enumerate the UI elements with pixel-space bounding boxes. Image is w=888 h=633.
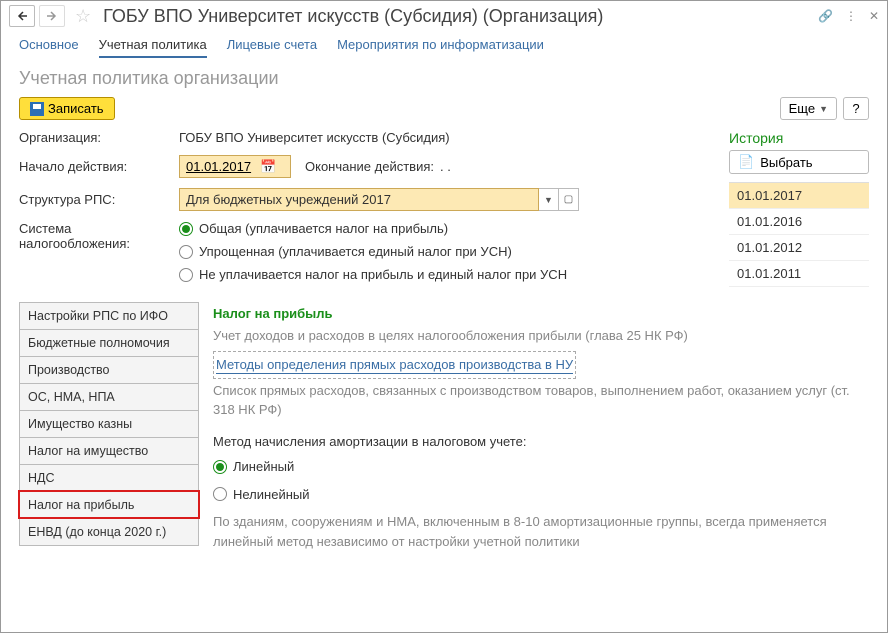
tax-option-general-label: Общая (уплачивается налог на прибыль) xyxy=(199,221,448,236)
rps-select[interactable]: Для бюджетных учреждений 2017 ▼ ▢ xyxy=(179,188,579,211)
calendar-icon[interactable]: 📅 xyxy=(260,159,276,175)
tab-accounts[interactable]: Лицевые счета xyxy=(227,33,317,58)
tab-main[interactable]: Основное xyxy=(19,33,79,58)
tax-system-label: Система налогообложения: xyxy=(19,221,179,251)
titlebar: ☆ ГОБУ ВПО Университет искусств (Субсиди… xyxy=(1,1,887,29)
tax-option-simplified-label: Упрощенная (уплачивается единый налог пр… xyxy=(199,244,512,259)
tax-option-none[interactable]: Не уплачивается налог на прибыль и едины… xyxy=(179,267,709,282)
history-panel: История 📄 Выбрать 01.01.2017 01.01.2016 … xyxy=(729,130,869,292)
more-button[interactable]: Еще ▼ xyxy=(780,97,837,120)
history-select-button[interactable]: 📄 Выбрать xyxy=(729,150,869,174)
radio-icon xyxy=(213,460,227,474)
radio-icon xyxy=(179,222,193,236)
tab-informatization[interactable]: Мероприятия по информатизации xyxy=(337,33,544,58)
radio-icon xyxy=(179,268,193,282)
open-icon: ▢ xyxy=(564,194,573,205)
history-item[interactable]: 01.01.2017 xyxy=(729,183,869,209)
sidetab-treasury-property[interactable]: Имущество казны xyxy=(19,410,199,437)
history-title: История xyxy=(729,130,869,146)
tax-option-simplified[interactable]: Упрощенная (уплачивается единый налог пр… xyxy=(179,244,709,259)
method-option-nonlinear[interactable]: Нелинейный xyxy=(213,485,855,505)
end-date-label: Окончание действия: xyxy=(305,159,434,174)
sidetab-envd[interactable]: ЕНВД (до конца 2020 г.) xyxy=(19,518,199,546)
settings-side-tabs: Настройки РПС по ИФО Бюджетные полномочи… xyxy=(19,302,199,551)
method-option-linear-label: Линейный xyxy=(233,457,294,477)
page-title: Учетная политика организации xyxy=(1,58,887,97)
radio-icon xyxy=(179,245,193,259)
history-select-label: Выбрать xyxy=(760,155,812,170)
sidetab-profit-tax[interactable]: Налог на прибыль xyxy=(19,491,199,518)
toolbar: Записать Еще ▼ ? xyxy=(1,97,887,130)
history-item[interactable]: 01.01.2011 xyxy=(729,261,869,287)
link-icon[interactable]: 🔗 xyxy=(818,9,833,23)
content-subtitle-2: Список прямых расходов, связанных с прои… xyxy=(213,381,855,420)
chevron-down-icon: ▼ xyxy=(544,195,553,205)
start-date-label: Начало действия: xyxy=(19,159,179,174)
method-option-nonlinear-label: Нелинейный xyxy=(233,485,310,505)
star-icon[interactable]: ☆ xyxy=(75,6,91,27)
content-heading: Налог на прибыль xyxy=(213,304,855,324)
window: ☆ ГОБУ ВПО Университет искусств (Субсиди… xyxy=(0,0,888,633)
start-date-field[interactable] xyxy=(184,158,254,175)
help-button[interactable]: ? xyxy=(843,97,869,120)
history-list: 01.01.2017 01.01.2016 01.01.2012 01.01.2… xyxy=(729,182,869,287)
floppy-icon xyxy=(30,102,44,116)
nav-tabs: Основное Учетная политика Лицевые счета … xyxy=(1,29,887,58)
history-item[interactable]: 01.01.2016 xyxy=(729,209,869,235)
more-button-label: Еще xyxy=(789,101,815,116)
sidetab-rps-ifo[interactable]: Настройки РПС по ИФО xyxy=(19,302,199,329)
org-value: ГОБУ ВПО Университет искусств (Субсидия) xyxy=(179,130,709,145)
rps-dropdown-button[interactable]: ▼ xyxy=(539,188,559,211)
direct-costs-link[interactable]: Методы определения прямых расходов произ… xyxy=(216,357,573,374)
content-note: По зданиям, сооружениям и НМА, включенны… xyxy=(213,512,855,551)
sidetab-property-tax[interactable]: Налог на имущество xyxy=(19,437,199,464)
save-button[interactable]: Записать xyxy=(19,97,115,120)
method-option-linear[interactable]: Линейный xyxy=(213,457,855,477)
chevron-down-icon: ▼ xyxy=(819,104,828,114)
nav-back-button[interactable] xyxy=(9,5,35,27)
kebab-icon[interactable]: ⋮ xyxy=(845,9,857,23)
history-item[interactable]: 01.01.2012 xyxy=(729,235,869,261)
save-button-label: Записать xyxy=(48,101,104,116)
sidetab-os-nma-npa[interactable]: ОС, НМА, НПА xyxy=(19,383,199,410)
nav-forward-button[interactable] xyxy=(39,5,65,27)
close-icon[interactable]: ✕ xyxy=(869,9,879,23)
arrow-right-icon xyxy=(46,10,58,22)
content-subtitle-1: Учет доходов и расходов в целях налогооб… xyxy=(213,326,855,346)
rps-open-button[interactable]: ▢ xyxy=(559,188,579,211)
tax-option-general[interactable]: Общая (уплачивается налог на прибыль) xyxy=(179,221,709,236)
tab-accounting-policy[interactable]: Учетная политика xyxy=(99,33,207,58)
rps-select-value[interactable]: Для бюджетных учреждений 2017 xyxy=(179,188,539,211)
arrow-left-icon xyxy=(16,10,28,22)
radio-icon xyxy=(213,487,227,501)
end-date-value: . . xyxy=(440,159,451,174)
sidetab-production[interactable]: Производство xyxy=(19,356,199,383)
select-icon: 📄 xyxy=(738,154,754,170)
tax-option-none-label: Не уплачивается налог на прибыль и едины… xyxy=(199,267,567,282)
rps-label: Структура РПС: xyxy=(19,192,179,207)
org-label: Организация: xyxy=(19,130,179,145)
amortization-method-label: Метод начисления амортизации в налоговом… xyxy=(213,432,855,452)
window-title: ГОБУ ВПО Университет искусств (Субсидия)… xyxy=(103,6,814,27)
sidetab-budget-powers[interactable]: Бюджетные полномочия xyxy=(19,329,199,356)
sidetab-nds[interactable]: НДС xyxy=(19,464,199,491)
content-panel: Налог на прибыль Учет доходов и расходов… xyxy=(199,302,869,551)
start-date-input[interactable]: 📅 xyxy=(179,155,291,178)
